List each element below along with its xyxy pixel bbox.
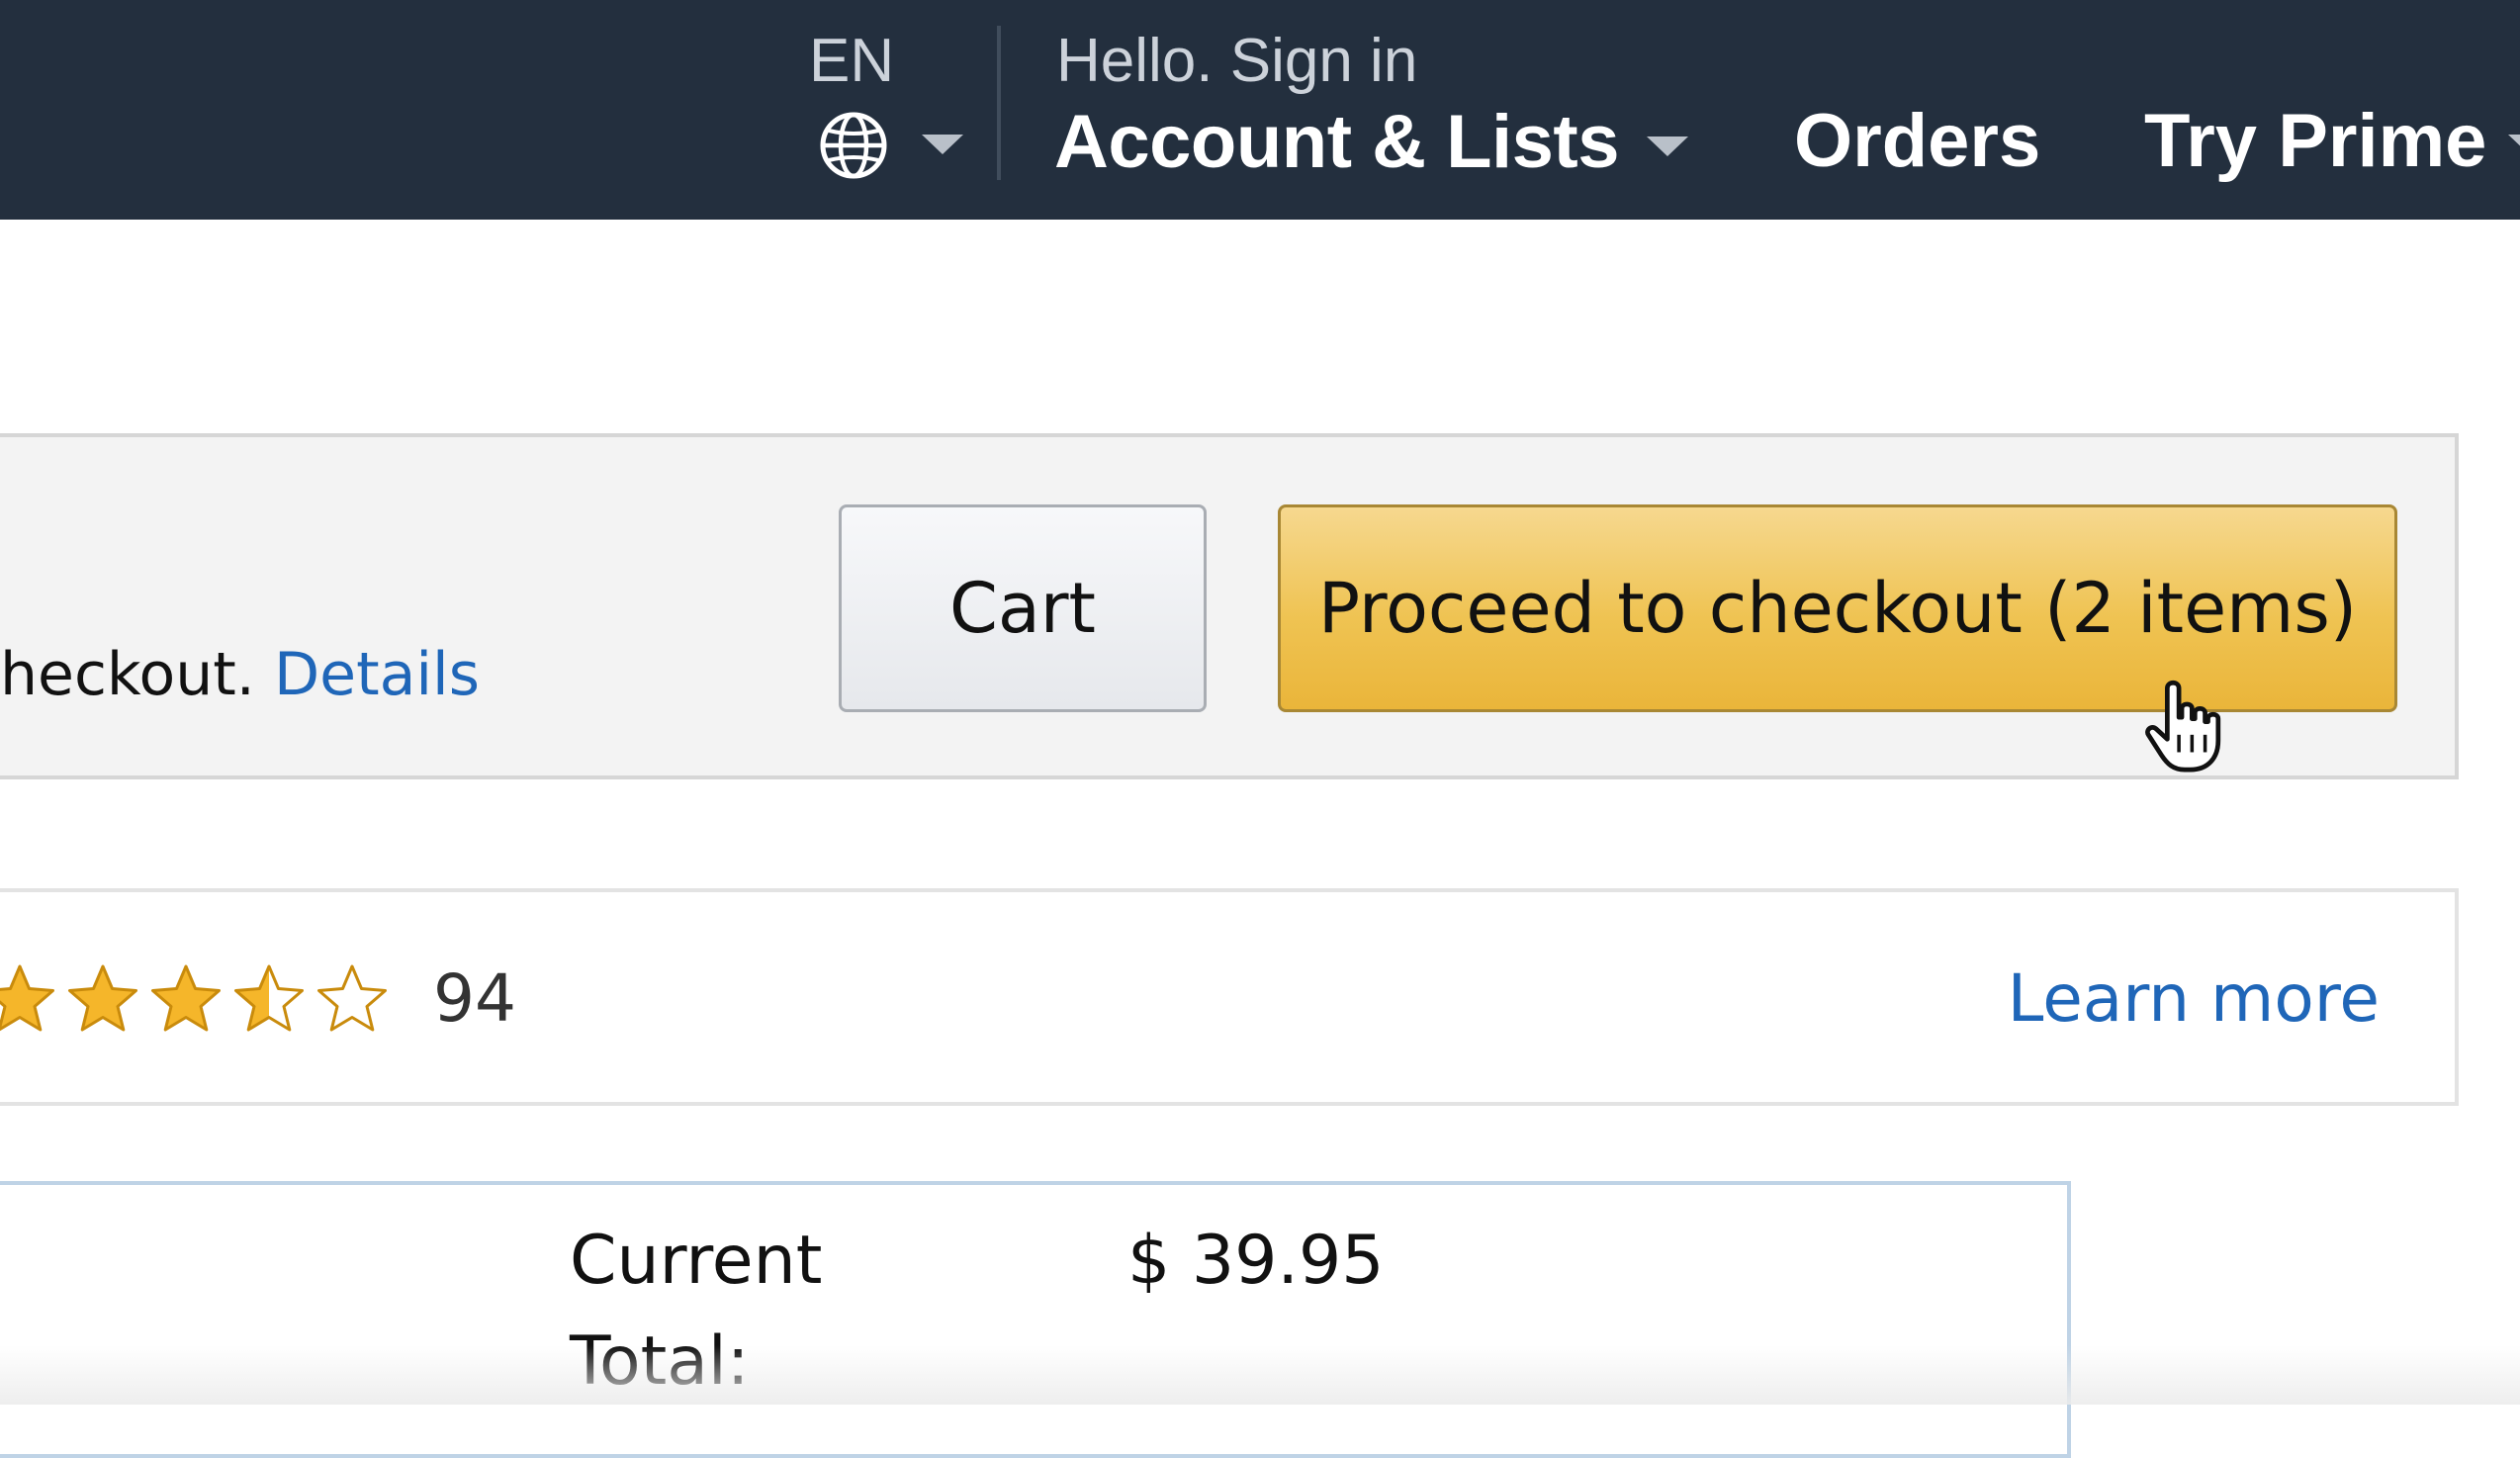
nav-divider bbox=[997, 26, 1001, 180]
review-count[interactable]: 94 bbox=[433, 952, 516, 1047]
top-nav-bar: EN Hello. Sign in Account & Lists Orders… bbox=[0, 0, 2520, 220]
proceed-to-checkout-button[interactable]: Proceed to checkout (2 items) bbox=[1278, 504, 2397, 712]
order-total-box bbox=[0, 1181, 2071, 1458]
learn-more-link[interactable]: Learn more bbox=[2008, 952, 2380, 1047]
star-rating[interactable] bbox=[0, 961, 390, 1037]
account-caret-down-icon bbox=[1647, 137, 1688, 156]
details-link[interactable]: Details bbox=[274, 640, 480, 709]
hand-pointer-cursor-icon bbox=[2145, 680, 2221, 773]
current-total-label: Current Total: bbox=[570, 1222, 823, 1401]
current-total-value: $ 39.95 bbox=[1127, 1222, 1385, 1300]
language-caret-down-icon[interactable] bbox=[922, 135, 963, 154]
sign-in-greeting[interactable]: Hello. Sign in bbox=[1056, 26, 1417, 97]
star-full-icon bbox=[0, 964, 54, 1032]
orders-link[interactable]: Orders bbox=[1794, 97, 2040, 186]
try-prime-link[interactable]: Try Prime bbox=[2144, 97, 2486, 186]
checkout-note: heckout. Details bbox=[0, 631, 480, 718]
globe-icon[interactable] bbox=[817, 109, 890, 182]
prime-caret-down-icon[interactable] bbox=[2508, 135, 2520, 154]
star-empty-icon bbox=[317, 964, 387, 1032]
star-half-icon bbox=[234, 964, 304, 1032]
language-label[interactable]: EN bbox=[809, 26, 894, 97]
cart-button[interactable]: Cart bbox=[839, 504, 1207, 712]
star-full-icon bbox=[68, 964, 137, 1032]
account-lists-menu[interactable]: Account & Lists bbox=[1054, 97, 1688, 186]
star-full-icon bbox=[151, 964, 221, 1032]
account-lists-label: Account & Lists bbox=[1054, 99, 1620, 184]
checkout-note-text: heckout. bbox=[0, 640, 255, 709]
